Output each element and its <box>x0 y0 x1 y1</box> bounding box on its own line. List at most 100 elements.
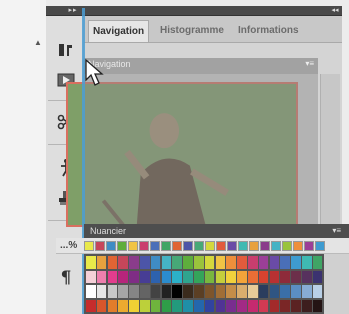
color-swatch[interactable] <box>183 299 193 312</box>
color-swatch[interactable] <box>140 256 150 269</box>
color-swatch[interactable] <box>205 241 215 251</box>
color-swatch[interactable] <box>107 270 118 283</box>
color-swatch[interactable] <box>204 285 215 298</box>
color-swatch[interactable] <box>140 270 150 283</box>
color-swatch[interactable] <box>269 270 280 283</box>
color-swatch[interactable] <box>107 285 118 298</box>
tab-informations[interactable]: Informations <box>234 20 303 42</box>
color-swatch[interactable] <box>139 241 149 251</box>
color-swatch[interactable] <box>302 285 312 298</box>
color-swatch[interactable] <box>302 299 312 312</box>
color-swatch[interactable] <box>227 241 237 251</box>
color-swatch[interactable] <box>161 299 172 312</box>
color-swatch[interactable] <box>280 285 290 298</box>
color-swatch[interactable] <box>269 285 280 298</box>
color-swatch[interactable] <box>248 270 258 283</box>
color-swatch[interactable] <box>172 256 182 269</box>
color-swatch[interactable] <box>86 299 96 312</box>
color-swatch[interactable] <box>258 299 269 312</box>
color-swatch[interactable] <box>95 241 105 251</box>
color-swatch[interactable] <box>304 241 314 251</box>
color-swatch[interactable] <box>312 270 323 283</box>
color-swatch[interactable] <box>258 270 269 283</box>
color-swatch[interactable] <box>226 285 236 298</box>
color-swatch[interactable] <box>204 299 215 312</box>
color-swatch[interactable] <box>291 299 301 312</box>
color-swatch[interactable] <box>248 299 258 312</box>
color-swatch[interactable] <box>271 241 281 251</box>
color-swatch[interactable] <box>118 299 128 312</box>
color-swatch[interactable] <box>140 285 150 298</box>
color-swatch[interactable] <box>194 285 204 298</box>
color-swatch[interactable] <box>161 241 171 251</box>
dock-header[interactable] <box>46 6 342 16</box>
color-swatch[interactable] <box>226 270 236 283</box>
color-swatch[interactable] <box>128 241 138 251</box>
color-swatch[interactable] <box>302 256 312 269</box>
color-swatch[interactable] <box>280 299 290 312</box>
color-swatch[interactable] <box>237 299 247 312</box>
color-swatch[interactable] <box>315 241 325 251</box>
color-swatch[interactable] <box>248 256 258 269</box>
color-swatch[interactable] <box>106 241 116 251</box>
color-swatch[interactable] <box>84 241 94 251</box>
color-swatch[interactable] <box>129 270 139 283</box>
color-swatch[interactable] <box>226 256 236 269</box>
color-swatch[interactable] <box>172 299 182 312</box>
color-swatch[interactable] <box>269 256 280 269</box>
color-swatch[interactable] <box>204 270 215 283</box>
swatches-panel-header[interactable]: Nuancier ▾≡ <box>84 224 349 238</box>
color-swatch[interactable] <box>86 270 96 283</box>
color-swatch[interactable] <box>194 241 204 251</box>
color-swatch[interactable] <box>215 256 226 269</box>
color-swatch[interactable] <box>302 270 312 283</box>
color-swatch[interactable] <box>107 256 118 269</box>
panel-menu-icon[interactable]: ▾≡ <box>332 224 341 238</box>
panel-menu-icon[interactable]: ▾≡ <box>305 59 314 68</box>
color-swatch[interactable] <box>86 285 96 298</box>
tab-navigation[interactable]: Navigation <box>88 20 150 42</box>
color-swatch[interactable] <box>237 285 247 298</box>
color-swatch[interactable] <box>129 256 139 269</box>
tab-swatches[interactable]: Nuancier <box>90 224 126 238</box>
color-swatch[interactable] <box>129 299 139 312</box>
color-swatch[interactable] <box>226 299 236 312</box>
tab-histogram[interactable]: Histogramme <box>156 20 228 42</box>
color-swatch[interactable] <box>96 285 107 298</box>
color-swatch[interactable] <box>291 270 301 283</box>
color-swatch[interactable] <box>215 270 226 283</box>
color-swatch[interactable] <box>194 256 204 269</box>
color-swatch[interactable] <box>312 256 323 269</box>
color-swatch[interactable] <box>258 285 269 298</box>
color-swatch[interactable] <box>238 241 248 251</box>
color-swatch[interactable] <box>260 241 270 251</box>
color-swatch[interactable] <box>150 270 161 283</box>
color-swatch[interactable] <box>161 256 172 269</box>
color-swatch[interactable] <box>161 270 172 283</box>
color-swatch[interactable] <box>258 256 269 269</box>
color-swatch[interactable] <box>215 285 226 298</box>
color-swatch[interactable] <box>150 285 161 298</box>
color-swatch[interactable] <box>118 270 128 283</box>
color-swatch[interactable] <box>150 241 160 251</box>
color-swatch[interactable] <box>96 270 107 283</box>
dock-grip-icon[interactable]: ▸▸ <box>66 6 80 16</box>
color-swatch[interactable] <box>183 285 193 298</box>
color-swatch[interactable] <box>237 256 247 269</box>
color-swatch[interactable] <box>216 241 226 251</box>
color-swatch[interactable] <box>172 241 182 251</box>
color-swatch[interactable] <box>150 299 161 312</box>
color-swatch[interactable] <box>150 256 161 269</box>
color-swatch[interactable] <box>312 285 323 298</box>
color-swatch[interactable] <box>140 299 150 312</box>
color-swatch[interactable] <box>183 241 193 251</box>
color-swatch[interactable] <box>129 285 139 298</box>
color-swatch[interactable] <box>194 299 204 312</box>
color-swatch[interactable] <box>96 299 107 312</box>
color-swatch[interactable] <box>183 256 193 269</box>
panel-scrollbar[interactable] <box>320 74 340 226</box>
color-swatch[interactable] <box>161 285 172 298</box>
color-swatch[interactable] <box>194 270 204 283</box>
color-swatch[interactable] <box>237 270 247 283</box>
color-swatch[interactable] <box>96 256 107 269</box>
